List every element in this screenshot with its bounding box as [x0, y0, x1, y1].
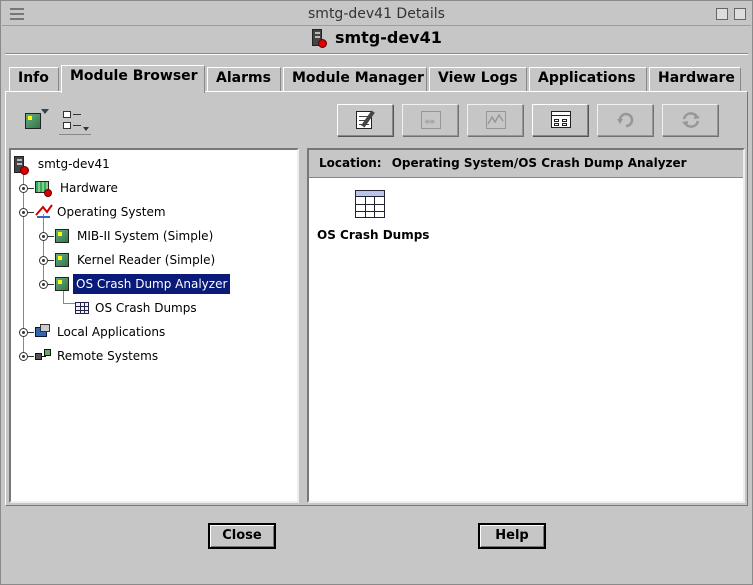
- location-bar: Location: Operating System/OS Crash Dump…: [309, 150, 743, 178]
- module-cube-icon: [55, 229, 69, 243]
- tab-hardware[interactable]: Hardware: [649, 67, 741, 91]
- title-bar[interactable]: smtg-dev41 Details: [2, 2, 751, 26]
- tree-item-label: MIB-II System (Simple): [77, 229, 214, 243]
- refresh-button[interactable]: [597, 104, 653, 136]
- chart-icon: [486, 111, 506, 129]
- module-cube-icon[interactable]: [21, 107, 49, 133]
- table-view-button[interactable]: [532, 104, 588, 136]
- tree-item-remote-systems[interactable]: Remote Systems: [17, 346, 237, 366]
- minimize-icon[interactable]: [716, 8, 728, 20]
- module-tree[interactable]: smtg-dev41 Hardware Operating System MIB…: [9, 148, 299, 503]
- edit-properties-button[interactable]: [337, 104, 393, 136]
- close-button[interactable]: Close: [208, 523, 276, 549]
- local-applications-icon: [35, 323, 51, 339]
- remote-systems-icon: [35, 347, 51, 363]
- host-header: smtg-dev41: [1, 28, 752, 50]
- table-view-icon: [551, 111, 571, 129]
- tab-applications[interactable]: Applications: [529, 67, 647, 91]
- details-window: smtg-dev41 Details smtg-dev41 Info Modul…: [0, 0, 753, 585]
- expander-icon[interactable]: [19, 208, 28, 217]
- tree-view-icon[interactable]: [59, 107, 91, 135]
- tree-item-kernel-reader[interactable]: Kernel Reader (Simple): [37, 250, 257, 270]
- tree-root-label: smtg-dev41: [37, 157, 110, 171]
- tree-item-os-crash-dumps[interactable]: OS Crash Dumps: [57, 298, 257, 318]
- tab-view-logs[interactable]: View Logs: [429, 67, 527, 91]
- expander-icon[interactable]: [39, 280, 48, 289]
- tree-item-label: Hardware: [60, 181, 118, 195]
- tree-item-label: Operating System: [57, 205, 166, 219]
- tab-module-browser[interactable]: Module Browser: [61, 65, 205, 93]
- table-icon: [75, 302, 89, 314]
- reload-icon: [681, 111, 701, 129]
- location-label: Location:: [319, 156, 382, 170]
- expander-icon[interactable]: [19, 328, 28, 337]
- header-divider: [5, 53, 748, 55]
- help-button[interactable]: Help: [478, 523, 546, 549]
- expander-icon[interactable]: [39, 232, 48, 241]
- tree-item-local-applications[interactable]: Local Applications: [17, 322, 237, 342]
- tree-item-label: Local Applications: [57, 325, 166, 339]
- location-path: Operating System/OS Crash Dump Analyzer: [391, 156, 687, 170]
- window-title: smtg-dev41 Details: [308, 6, 445, 22]
- tree-item-label: Kernel Reader (Simple): [77, 253, 216, 267]
- tab-module-manager[interactable]: Module Manager: [283, 67, 427, 91]
- content-pane: Location: Operating System/OS Crash Dump…: [307, 148, 745, 503]
- tree-item-label-selected: OS Crash Dump Analyzer: [73, 274, 231, 294]
- content-item-os-crash-dumps[interactable]: OS Crash Dumps: [317, 190, 437, 246]
- content-item-label: OS Crash Dumps: [317, 228, 430, 242]
- expander-icon[interactable]: [39, 256, 48, 265]
- module-cube-icon: [55, 253, 69, 267]
- operating-system-icon: [35, 203, 53, 219]
- edit-properties-icon: [356, 110, 376, 129]
- refresh-icon: [616, 111, 636, 129]
- chart-button[interactable]: [467, 104, 523, 136]
- tree-item-os-crash-dump-analyzer[interactable]: OS Crash Dump Analyzer: [37, 274, 267, 294]
- tab-info[interactable]: Info: [9, 67, 59, 91]
- tab-alarms[interactable]: Alarms: [207, 67, 281, 91]
- maximize-icon[interactable]: [734, 8, 746, 20]
- tree-item-mib-ii-system[interactable]: MIB-II System (Simple): [37, 226, 257, 246]
- graph-button[interactable]: ≡≡: [402, 104, 458, 136]
- module-cube-icon: [55, 277, 69, 291]
- tree-item-operating-system[interactable]: Operating System: [17, 202, 237, 222]
- reload-button[interactable]: [662, 104, 718, 136]
- graph-icon: ≡≡: [421, 111, 441, 129]
- tree-root[interactable]: smtg-dev41: [13, 154, 113, 175]
- tree-item-label: OS Crash Dumps: [95, 301, 197, 315]
- host-alarm-icon: [13, 155, 29, 175]
- tree-item-hardware[interactable]: Hardware: [17, 178, 217, 198]
- table-icon: [355, 190, 385, 218]
- host-name: smtg-dev41: [334, 28, 442, 47]
- tree-item-label: Remote Systems: [57, 349, 159, 363]
- expander-icon[interactable]: [19, 352, 28, 361]
- hardware-icon: [35, 179, 52, 197]
- expander-icon[interactable]: [19, 184, 28, 193]
- host-alarm-icon: [311, 28, 328, 48]
